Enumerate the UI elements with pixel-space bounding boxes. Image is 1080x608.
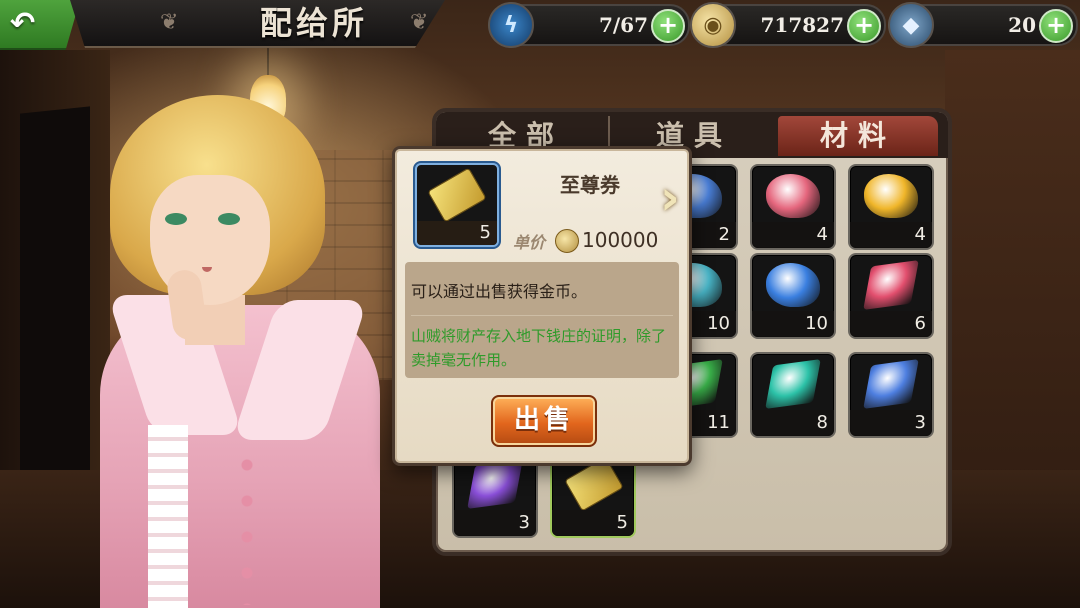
item-flavor-text: 山贼将财产存入地下钱庄的证明，除了卖掉毫无作用。: [411, 327, 667, 369]
coin-icon: [555, 229, 579, 253]
shard-icon: [863, 260, 919, 310]
shopkeeper-character: [90, 95, 430, 608]
character-buttons: [240, 455, 254, 605]
tab-materials[interactable]: 材料: [778, 116, 938, 156]
ore-icon: [766, 263, 820, 307]
chevron-right-icon[interactable]: ›: [660, 172, 680, 224]
ticket-icon: [427, 167, 487, 223]
gem-counter: ◆ 20 +: [888, 2, 1078, 48]
popup-item-slot: 5: [415, 163, 499, 247]
item-name: 至尊券: [560, 173, 620, 197]
back-arrow-icon: ↶: [10, 6, 36, 41]
add-gem-button[interactable]: +: [1039, 9, 1073, 43]
inventory-slot[interactable]: 10: [750, 253, 836, 339]
slot-qty: 8: [752, 410, 834, 436]
sell-button[interactable]: 出售: [491, 395, 597, 447]
slot-qty: 4: [850, 222, 932, 248]
inventory-slot[interactable]: 8: [750, 352, 836, 438]
character-frill: [148, 425, 188, 608]
slot-qty: 4: [752, 222, 834, 248]
shard-icon: [765, 359, 821, 409]
inventory-slot[interactable]: 3: [848, 352, 934, 438]
character-eye-left: [165, 213, 187, 225]
add-gold-button[interactable]: +: [847, 9, 881, 43]
sell-button-label: 出售: [513, 405, 574, 435]
lightning-icon: ϟ: [488, 2, 534, 48]
gem-value: 20: [1008, 13, 1036, 37]
page-title: 配给所: [260, 4, 369, 42]
ornament-left-icon: ❦: [160, 10, 179, 35]
popup-item-qty: 5: [417, 221, 497, 245]
inventory-slot[interactable]: 4: [750, 164, 836, 250]
shard-icon: [467, 459, 523, 509]
title-bar: ❦ 配给所 ❦: [70, 0, 445, 48]
slot-qty: 10: [752, 311, 834, 337]
slot-qty: 6: [850, 311, 932, 337]
item-price: 100000: [582, 228, 659, 252]
item-description-box: 可以通过出售获得金币。 山贼将财产存入地下钱庄的证明，除了卖掉毫无作用。: [405, 262, 679, 378]
gem-icon: ◆: [888, 2, 934, 48]
shard-icon: [863, 359, 919, 409]
coin-icon: ◉: [690, 2, 736, 48]
gold-counter: ◉ 717827 +: [690, 2, 886, 48]
slot-qty: 3: [850, 410, 932, 436]
price-label: 单价: [513, 233, 546, 252]
item-description: 可以通过出售获得金币。: [411, 282, 588, 301]
divider: [411, 315, 673, 316]
gold-value: 717827: [760, 13, 845, 37]
character-eye-right: [218, 213, 240, 225]
energy-value: 7/67: [598, 13, 648, 37]
inventory-slot[interactable]: 4: [848, 164, 934, 250]
slot-qty: 5: [552, 510, 634, 536]
slot-qty: 3: [454, 510, 536, 536]
lamp-cord: [267, 45, 269, 77]
ore-icon: [864, 174, 918, 218]
ore-icon: [766, 174, 820, 218]
inventory-slot[interactable]: 6: [848, 253, 934, 339]
energy-counter: ϟ 7/67 +: [488, 2, 690, 48]
item-detail-popup: 5 至尊券 单价 100000 可以通过出售获得金币。 山贼将财产存入地下钱庄的…: [392, 146, 692, 466]
add-energy-button[interactable]: +: [651, 9, 685, 43]
